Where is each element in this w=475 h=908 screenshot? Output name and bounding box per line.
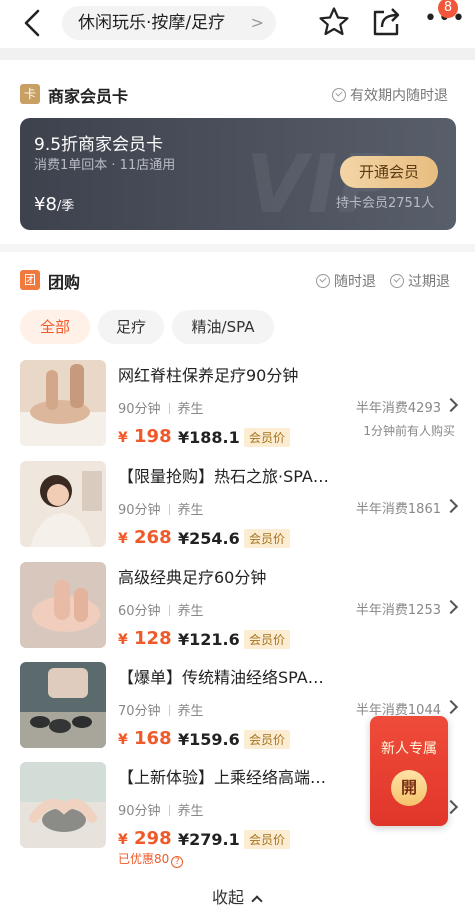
tag-expired-refund: 过期退 (390, 271, 450, 291)
deal-row[interactable]: 网红脊柱保养足疗90分钟 90分钟 养生 半年消费4293 1分钟前有人购买 ¥ 198 ¥… (0, 360, 475, 456)
red-packet-open-button[interactable]: 開 (391, 770, 427, 806)
deal-title: 高级经典足疗60分钟 (118, 568, 267, 587)
chevron-right-icon: > (250, 13, 264, 32)
chevron-right-icon (443, 599, 459, 615)
tab-foot-massage[interactable]: 足疗 (98, 310, 164, 344)
tag-anytime-refund: 随时退 (316, 271, 376, 291)
breadcrumb-label: 休闲玩乐·按摩/足疗 (78, 13, 226, 33)
deal-sales: 半年消费4293 (355, 401, 441, 416)
member-price-tag: 会员价 (244, 529, 291, 548)
deal-price: ¥ 198 (118, 426, 172, 447)
deal-title: 【爆单】传统精油经络SPA… (118, 668, 324, 687)
card-section-icon: 卡 (20, 84, 40, 104)
divider (0, 244, 475, 252)
card-holders-count: 持卡会员2751人 (336, 196, 435, 211)
deal-member-price: ¥121.6 (178, 630, 240, 649)
tab-all[interactable]: 全部 (20, 310, 90, 344)
check-circle-icon (332, 88, 346, 102)
member-price-tag: 会员价 (244, 428, 291, 447)
divider (0, 48, 475, 60)
deal-title: 【限量抢购】热石之旅·SPA… (118, 467, 329, 486)
deal-meta: 90分钟 养生 (118, 402, 204, 417)
deal-sales: 半年消费1253 (355, 603, 441, 618)
open-membership-button[interactable]: 开通会员 (340, 156, 438, 188)
group-section-icon: 团 (20, 270, 40, 290)
deal-sales: 半年消费1861 (355, 502, 441, 517)
deal-price: ¥ 268 (118, 527, 172, 548)
deal-row[interactable]: 【限量抢购】热石之旅·SPA… 90分钟 养生 半年消费1861 ¥ 268 ¥254.6… (0, 461, 475, 557)
refund-note: 有效期内随时退 (332, 85, 448, 105)
red-packet-title: 新人专属 (381, 741, 437, 757)
collapse-button[interactable]: 收起 (212, 884, 263, 908)
deal-price: ¥ 168 (118, 728, 172, 749)
share-icon[interactable] (370, 6, 402, 38)
deal-meta: 90分钟 养生 (118, 503, 204, 518)
breadcrumb[interactable]: 休闲玩乐·按摩/足疗 > (62, 6, 276, 40)
deal-recent-purchase: 1分钟前有人购买 (363, 424, 455, 438)
star-icon[interactable] (318, 6, 350, 38)
deal-thumbnail (20, 762, 106, 848)
deal-thumbnail (20, 461, 106, 547)
deal-member-price: ¥188.1 (178, 428, 240, 447)
check-circle-icon (390, 274, 404, 288)
card-price: ¥8/季 (34, 194, 75, 215)
discount-note: 已优惠80? (118, 850, 184, 868)
deal-price: ¥ 128 (118, 628, 172, 649)
deal-member-price: ¥254.6 (178, 529, 240, 548)
chevron-right-icon (443, 699, 459, 715)
deal-price: ¥ 298 (118, 828, 172, 849)
newcomer-red-packet[interactable]: 新人专属 開 (370, 716, 448, 826)
deal-thumbnail (20, 360, 106, 446)
back-arrow-icon[interactable] (18, 8, 48, 38)
chevron-right-icon (443, 397, 459, 413)
deal-thumbnail (20, 562, 106, 648)
question-icon: ? (171, 856, 184, 868)
deal-member-price: ¥279.1 (178, 830, 240, 849)
deal-thumbnail (20, 662, 106, 748)
member-price-tag: 会员价 (244, 830, 291, 849)
tab-oil-spa[interactable]: 精油/SPA (172, 310, 274, 344)
deal-meta: 70分钟 养生 (118, 704, 204, 719)
deal-title: 网红脊柱保养足疗90分钟 (118, 366, 299, 385)
check-circle-icon (316, 274, 330, 288)
deal-row[interactable]: 高级经典足疗60分钟 60分钟 养生 半年消费1253 ¥ 128 ¥121.6 会员价 (0, 562, 475, 658)
member-price-tag: 会员价 (244, 630, 291, 649)
chevron-right-icon (443, 498, 459, 514)
card-subtitle: 消费1单回本 · 11店通用 (34, 158, 176, 173)
deal-title: 【上新体验】上乘经络高端… (118, 768, 327, 787)
member-card-section-title: 商家会员卡 (48, 87, 129, 106)
deal-meta: 60分钟 养生 (118, 604, 204, 619)
chevron-up-icon (251, 895, 263, 907)
group-buy-section-title: 团购 (48, 273, 81, 292)
top-bar: 休闲玩乐·按摩/足疗 > ••• 8 (0, 0, 475, 48)
card-title: 9.5折商家会员卡 (34, 135, 164, 155)
deal-meta: 90分钟 养生 (118, 804, 204, 819)
member-price-tag: 会员价 (244, 730, 291, 749)
deal-member-price: ¥159.6 (178, 730, 240, 749)
